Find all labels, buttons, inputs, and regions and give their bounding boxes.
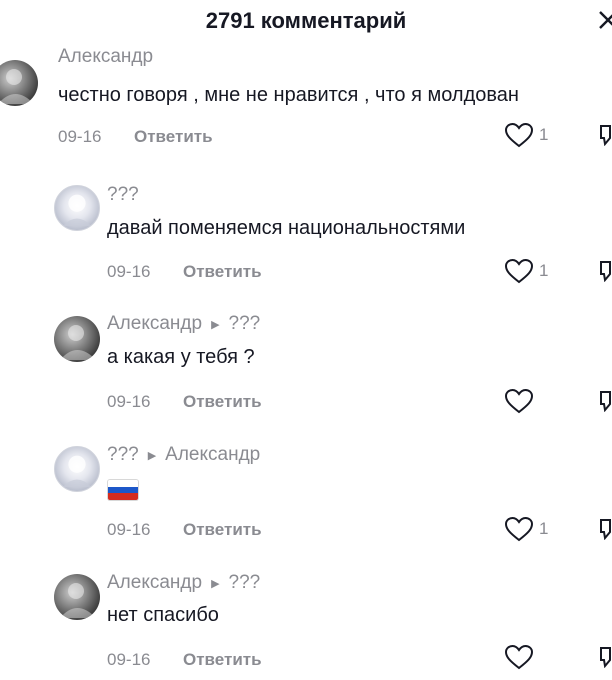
heart-outline-icon [504, 516, 534, 542]
avatar[interactable] [54, 574, 100, 620]
author-name: Александр [58, 48, 154, 66]
author-name: ??? [107, 184, 139, 205]
thumb-down-icon[interactable] [598, 390, 612, 412]
comment-author[interactable]: ??? ▶ Александр [107, 444, 260, 466]
heart-outline-icon [504, 644, 534, 670]
comment-date: 09-16 [107, 520, 151, 539]
heart-outline-icon [504, 258, 534, 284]
comment-date: 09-16 [58, 127, 102, 146]
author-name: ??? [107, 444, 139, 465]
reply-to-name: Александр [165, 444, 261, 465]
comment-meta: 09-16 Ответить [107, 262, 262, 282]
like-count: 1 [539, 125, 549, 144]
heart-outline-icon [504, 122, 534, 148]
like-count: 1 [539, 261, 549, 280]
reply-button[interactable]: Ответить [134, 127, 213, 146]
comment-author[interactable]: Александр ▶ ??? [107, 313, 260, 335]
like-count: 1 [539, 519, 549, 538]
like-button[interactable]: 1 [504, 516, 548, 542]
thumb-down-icon[interactable] [598, 124, 612, 146]
triangle-right-icon: ▶ [211, 318, 220, 331]
reply-button[interactable]: Ответить [183, 392, 262, 411]
reply-button[interactable]: Ответить [183, 650, 262, 669]
like-button[interactable] [504, 388, 539, 414]
comment-author[interactable]: ??? [107, 184, 139, 206]
comment-date: 09-16 [107, 262, 151, 281]
thumb-down-icon[interactable] [598, 646, 612, 668]
comment-meta: 09-16 Ответить [58, 127, 213, 147]
reply-button[interactable]: Ответить [183, 520, 262, 539]
comment-date: 09-16 [107, 650, 151, 669]
comment-meta: 09-16 Ответить [107, 520, 262, 540]
comment-date: 09-16 [107, 392, 151, 411]
avatar[interactable] [54, 446, 100, 492]
avatar[interactable] [54, 185, 100, 231]
author-name: Александр [107, 572, 203, 593]
reply-button[interactable]: Ответить [183, 262, 262, 281]
thumb-down-icon[interactable] [598, 518, 612, 540]
comment-author[interactable]: Александр ▶ ??? [107, 572, 260, 594]
triangle-right-icon: ▶ [211, 577, 220, 590]
comment-text: честно говоря , мне не нравится , что я … [58, 84, 519, 106]
like-button[interactable]: 1 [504, 258, 548, 284]
avatar[interactable] [54, 316, 100, 362]
close-icon[interactable] [598, 8, 612, 32]
avatar[interactable] [0, 60, 38, 106]
like-button[interactable]: 1 [504, 122, 548, 148]
thumb-down-icon[interactable] [598, 260, 612, 282]
heart-outline-icon [504, 388, 534, 414]
reply-to-name: ??? [228, 313, 261, 334]
comment-author[interactable]: Александр [58, 48, 153, 66]
like-button[interactable] [504, 644, 539, 670]
comment-meta: 09-16 Ответить [107, 392, 262, 412]
comments-header: 2791 комментарий [0, 0, 612, 44]
triangle-right-icon: ▶ [147, 449, 157, 462]
reply-to-name: ??? [228, 572, 261, 593]
comment-meta: 09-16 Ответить [107, 650, 262, 670]
comment-text: а какая у тебя ? [107, 346, 255, 368]
comments-count-title: 2791 комментарий [205, 8, 407, 33]
author-name: Александр [107, 313, 203, 334]
comment-text: нет спасибо [107, 604, 219, 626]
russia-flag-emoji [108, 480, 138, 500]
comment-text: давай поменяемся национальностями [107, 217, 466, 239]
